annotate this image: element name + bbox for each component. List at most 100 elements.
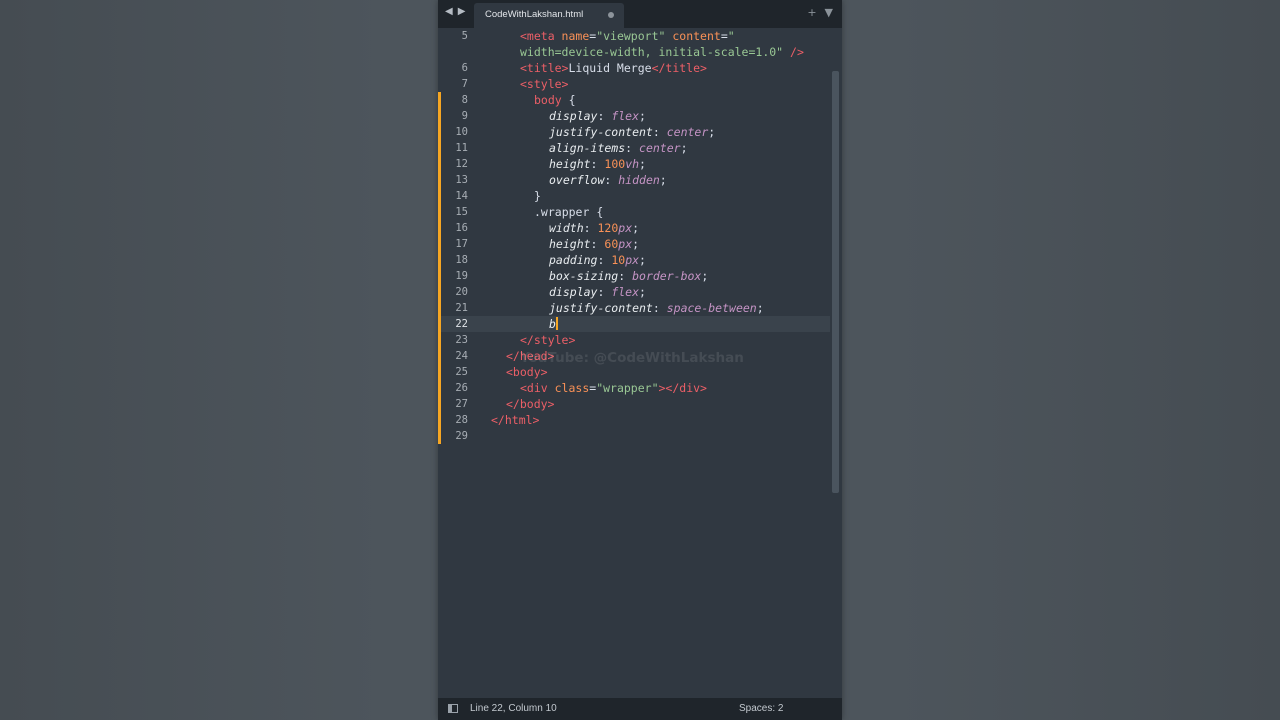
- code-token: height: [549, 157, 591, 171]
- code-line[interactable]: 12 height: 100vh;: [438, 156, 830, 172]
- code-line[interactable]: 27 </body>: [438, 396, 830, 412]
- code-text: box-sizing: border-box;: [549, 268, 708, 284]
- line-number: 23: [455, 334, 468, 346]
- modified-line-marker: [438, 140, 441, 156]
- code-token: width=device-width, initial-scale=1.0": [520, 45, 791, 59]
- channel-watermark: YouTube: @CodeWithLakshan: [520, 350, 744, 366]
- indentation-setting[interactable]: Spaces: 2: [739, 703, 783, 714]
- code-token: vh: [625, 157, 640, 171]
- code-text: <div class="wrapper"></div>: [520, 380, 707, 396]
- code-token: ;: [659, 173, 667, 187]
- code-token: />: [790, 45, 804, 59]
- code-line[interactable]: 28 </html>: [438, 412, 830, 428]
- modified-line-marker: [438, 348, 441, 364]
- toggle-panel-icon[interactable]: [448, 704, 458, 713]
- line-number: 13: [455, 174, 468, 186]
- tab-menu-chevron-down-icon[interactable]: ▼: [825, 6, 833, 19]
- code-token: </style>: [520, 333, 576, 347]
- code-token: </title>: [651, 61, 707, 75]
- code-text: .wrapper {: [534, 204, 603, 220]
- code-token: :: [597, 285, 612, 299]
- code-token: .wrapper: [534, 205, 597, 219]
- code-line[interactable]: 8 body {: [438, 92, 830, 108]
- code-line[interactable]: 10 justify-content: center;: [438, 124, 830, 140]
- code-line[interactable]: 29: [438, 428, 830, 444]
- code-token: <body>: [506, 365, 548, 379]
- code-token: justify-content: [549, 301, 653, 315]
- new-tab-plus-icon[interactable]: +: [807, 6, 816, 19]
- code-text: overflow: hidden;: [549, 172, 667, 188]
- line-number: 17: [455, 238, 468, 250]
- code-text: <meta name="viewport" content=": [520, 28, 735, 44]
- code-line[interactable]: 19 box-sizing: border-box;: [438, 268, 830, 284]
- code-line[interactable]: 11 align-items: center;: [438, 140, 830, 156]
- code-token: space-between: [666, 301, 757, 315]
- code-line[interactable]: 25 <body>: [438, 364, 830, 380]
- scrollbar-thumb[interactable]: [832, 71, 839, 493]
- tab-codewithlakshan-html[interactable]: CodeWithLakshan.html: [474, 3, 624, 28]
- nav-back-icon[interactable]: ◀: [445, 6, 453, 22]
- modified-line-marker: [438, 268, 441, 284]
- line-number: 12: [455, 158, 468, 170]
- code-text: justify-content: space-between;: [549, 300, 764, 316]
- line-number: 28: [455, 414, 468, 426]
- code-token: :: [590, 237, 605, 251]
- code-line[interactable]: 14}: [438, 188, 830, 204]
- code-text: padding: 10px;: [549, 252, 646, 268]
- modified-line-marker: [438, 236, 441, 252]
- code-line[interactable]: 7 <style>: [438, 76, 830, 92]
- code-line[interactable]: 20 display: flex;: [438, 284, 830, 300]
- cursor-position[interactable]: Line 22, Column 10: [470, 703, 557, 714]
- code-text: height: 100vh;: [549, 156, 646, 172]
- code-line[interactable]: 23 </style>: [438, 332, 830, 348]
- nav-forward-icon[interactable]: ▶: [458, 6, 466, 22]
- code-token: border-box: [632, 269, 702, 283]
- code-line[interactable]: 6 <title>Liquid Merge</title>: [438, 60, 830, 76]
- code-line[interactable]: 16 width: 120px;: [438, 220, 830, 236]
- code-token: center: [666, 125, 709, 139]
- code-text: height: 60px;: [549, 236, 639, 252]
- modified-line-marker: [438, 156, 441, 172]
- code-text: <body>: [506, 364, 548, 380]
- code-text: </html>: [491, 412, 539, 428]
- code-line[interactable]: 15 .wrapper {: [438, 204, 830, 220]
- code-text: </body>: [506, 396, 554, 412]
- code-token: content: [672, 29, 721, 43]
- code-text: <title>Liquid Merge</title>: [520, 60, 707, 76]
- code-token: ;: [632, 221, 640, 235]
- line-number: 11: [455, 142, 468, 154]
- code-line[interactable]: 13 overflow: hidden;: [438, 172, 830, 188]
- code-token: px: [625, 253, 640, 267]
- code-token: :: [597, 253, 612, 267]
- modified-line-marker: [438, 412, 441, 428]
- code-token: class: [554, 381, 590, 395]
- modified-line-marker: [438, 396, 441, 412]
- modified-line-marker: [438, 316, 441, 332]
- code-token: hidden: [618, 173, 660, 187]
- code-line[interactable]: 22 b: [438, 316, 830, 332]
- code-token: ": [727, 29, 735, 43]
- code-line[interactable]: 26 <div class="wrapper"></div>: [438, 380, 830, 396]
- code-token: flex: [611, 285, 640, 299]
- code-token: display: [549, 109, 598, 123]
- code-token: b: [549, 317, 556, 331]
- code-line[interactable]: 9 display: flex;: [438, 108, 830, 124]
- code-line[interactable]: 18 padding: 10px;: [438, 252, 830, 268]
- code-token: <div: [520, 381, 555, 395]
- tab-bar: ◀ ▶ CodeWithLakshan.html + ▼: [438, 0, 842, 28]
- code-line[interactable]: 5 <meta name="viewport" content=": [438, 28, 830, 44]
- line-number: 5: [461, 30, 468, 42]
- code-token: ;: [701, 269, 709, 283]
- line-number: 9: [461, 110, 468, 122]
- code-token: 120: [597, 221, 619, 235]
- modified-line-marker: [438, 380, 441, 396]
- code-line[interactable]: 17 height: 60px;: [438, 236, 830, 252]
- vertical-scrollbar[interactable]: [832, 28, 839, 696]
- code-line[interactable]: 21 justify-content: space-between;: [438, 300, 830, 316]
- modified-line-marker: [438, 108, 441, 124]
- tab-actions: + ▼: [807, 6, 833, 19]
- unsaved-dot-icon[interactable]: [608, 12, 614, 18]
- line-number: 21: [455, 302, 468, 314]
- code-token: box-sizing: [549, 269, 619, 283]
- code-line[interactable]: width=device-width, initial-scale=1.0" /…: [438, 44, 830, 60]
